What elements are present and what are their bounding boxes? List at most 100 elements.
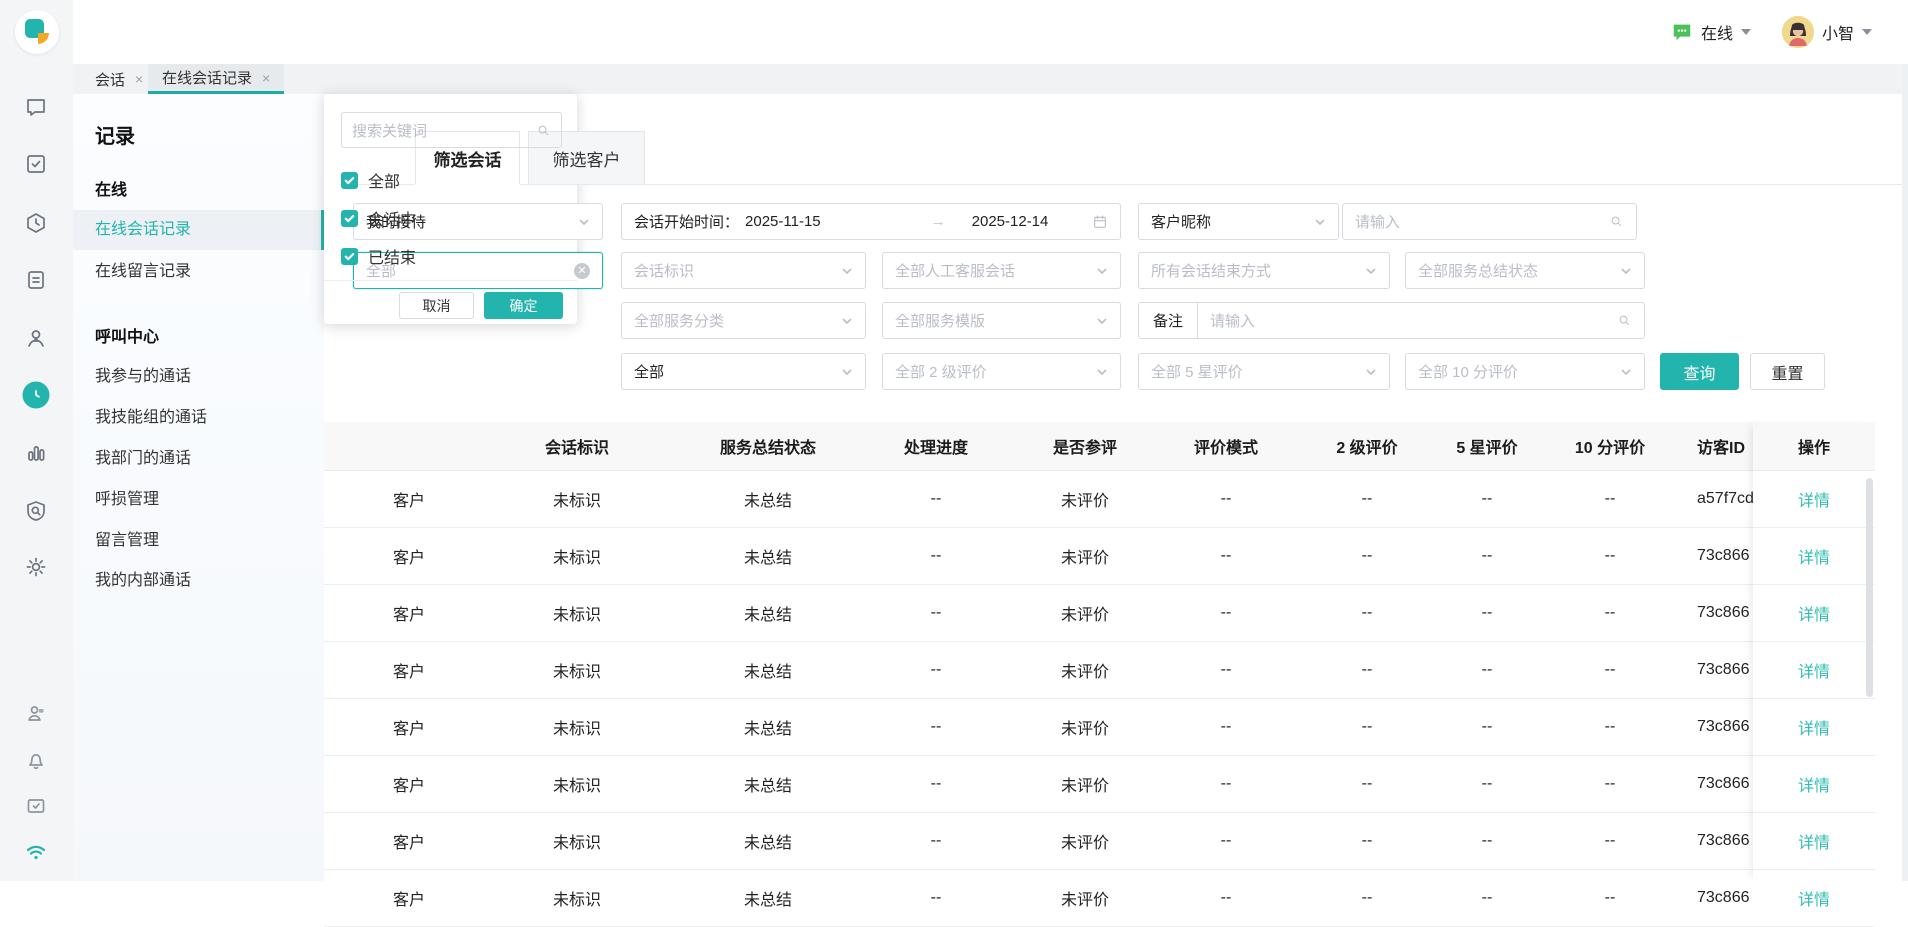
checkbox-checked-icon[interactable] bbox=[341, 247, 358, 265]
top-header bbox=[73, 0, 1908, 64]
filter-tab-label: 筛选客户 bbox=[552, 150, 621, 170]
tab-session[interactable]: 会话 × bbox=[81, 64, 157, 94]
detail-link[interactable]: 详情 bbox=[1798, 886, 1830, 910]
cell-summary: 未总结 bbox=[743, 550, 793, 567]
tab-online-session-records[interactable]: 在线会话记录 × bbox=[148, 64, 285, 94]
cell-visitor-id: 73c866 bbox=[1697, 718, 1750, 735]
cell-eval10: -- bbox=[1604, 604, 1616, 621]
folder-check-icon[interactable] bbox=[23, 793, 49, 819]
sidebar-item-department-calls[interactable]: 我部门的通话 bbox=[73, 439, 324, 479]
shield-search-icon[interactable] bbox=[23, 498, 49, 524]
chevron-down-icon bbox=[1315, 218, 1325, 225]
table-row: 客户 未标识 未总结 -- 未评价 -- -- -- -- 73c866 bbox=[324, 813, 1875, 870]
user-name: 小智 bbox=[1822, 26, 1855, 43]
option-ended[interactable]: 已结束 bbox=[341, 245, 416, 267]
vertical-scrollbar[interactable] bbox=[1866, 478, 1873, 697]
placeholder: 会话标识 bbox=[634, 263, 695, 280]
bell-icon[interactable] bbox=[23, 747, 49, 773]
document-icon[interactable] bbox=[23, 267, 49, 293]
cancel-button[interactable]: 取消 bbox=[399, 292, 474, 319]
person-badge-icon[interactable] bbox=[23, 700, 49, 726]
sidebar-item-internal-calls[interactable]: 我的内部通话 bbox=[73, 561, 324, 601]
query-button[interactable]: 查询 bbox=[1660, 353, 1739, 390]
cell-progress: -- bbox=[930, 490, 942, 507]
gear-icon[interactable] bbox=[23, 554, 49, 580]
chat-icon[interactable] bbox=[23, 94, 49, 120]
close-icon[interactable]: × bbox=[135, 71, 143, 87]
sidebar-item-skillgroup-calls[interactable]: 我技能组的通话 bbox=[73, 398, 324, 438]
service-category-select[interactable]: 全部服务分类 bbox=[621, 302, 866, 339]
cell-participated: 未评价 bbox=[1060, 493, 1110, 510]
detail-link[interactable]: 详情 bbox=[1798, 772, 1830, 796]
table-row-action: 详情 bbox=[1753, 528, 1875, 585]
date-range-picker[interactable]: 会话开始时间： 2025-11-15 → 2025-12-14 bbox=[621, 203, 1121, 240]
task-check-icon[interactable] bbox=[23, 151, 49, 177]
chevron-down-icon bbox=[579, 218, 589, 225]
end-mode-select[interactable]: 所有会话结束方式 bbox=[1138, 252, 1390, 289]
dropdown-search-input[interactable]: 搜索关键词 bbox=[341, 112, 562, 148]
bar-chart-icon[interactable] bbox=[23, 441, 49, 467]
tab-divider bbox=[353, 184, 1904, 185]
sidebar-item-message-management[interactable]: 留言管理 bbox=[73, 521, 324, 561]
eval5-select[interactable]: 全部 5 星评价 bbox=[1138, 353, 1390, 390]
page-edge-strip bbox=[1902, 64, 1908, 881]
nickname-search-input[interactable]: 请输入 bbox=[1342, 203, 1637, 240]
cell-progress: -- bbox=[930, 775, 942, 792]
person-icon[interactable] bbox=[23, 325, 49, 351]
fixed-action-column: 操作 详情 详情 详情 详情 详情 详情 详情 详情 bbox=[1753, 422, 1875, 927]
checkbox-checked-icon[interactable] bbox=[341, 171, 358, 189]
clear-icon[interactable]: ✕ bbox=[574, 262, 590, 279]
chevron-down-icon bbox=[1366, 368, 1376, 375]
cell-eval2: -- bbox=[1361, 661, 1373, 678]
option-in-session[interactable]: 会话中 bbox=[341, 207, 416, 229]
checkbox-checked-icon[interactable] bbox=[341, 209, 358, 227]
agent-session-select[interactable]: 全部人工客服会话 bbox=[882, 252, 1121, 289]
placeholder: 全部服务模版 bbox=[895, 313, 986, 330]
col-header-eval-mode: 评价模式 bbox=[1193, 440, 1259, 457]
cell-tag: 未标识 bbox=[552, 835, 602, 852]
placeholder: 全部 10 分评价 bbox=[1418, 364, 1519, 381]
reset-button[interactable]: 重置 bbox=[1750, 353, 1825, 390]
cell-visitor-id: 73c866 bbox=[1697, 775, 1750, 792]
cell-tag: 未标识 bbox=[552, 892, 602, 909]
session-tag-select[interactable]: 会话标识 bbox=[621, 252, 866, 289]
chevron-down-icon bbox=[842, 368, 852, 375]
detail-link[interactable]: 详情 bbox=[1798, 544, 1830, 568]
chevron-down-icon bbox=[1097, 368, 1107, 375]
summary-status-select[interactable]: 全部服务总结状态 bbox=[1405, 252, 1645, 289]
cell-summary: 未总结 bbox=[743, 721, 793, 738]
detail-link[interactable]: 详情 bbox=[1798, 487, 1830, 511]
eval10-select[interactable]: 全部 10 分评价 bbox=[1405, 353, 1645, 390]
detail-link[interactable]: 详情 bbox=[1798, 715, 1830, 739]
detail-link[interactable]: 详情 bbox=[1798, 829, 1830, 853]
shield-clock-icon[interactable] bbox=[23, 210, 49, 236]
clock-icon-active[interactable] bbox=[22, 381, 50, 409]
service-template-select[interactable]: 全部服务模版 bbox=[882, 302, 1121, 339]
sidebar-item-lost-call-management[interactable]: 呼损管理 bbox=[73, 480, 324, 520]
option-all[interactable]: 全部 bbox=[341, 169, 400, 191]
chevron-down-icon bbox=[1097, 267, 1107, 274]
remark-input-group[interactable]: 备注 请输入 bbox=[1138, 302, 1645, 339]
cell-eval-mode: -- bbox=[1220, 490, 1232, 507]
option-label: 全部 bbox=[368, 174, 401, 191]
wifi-icon[interactable] bbox=[23, 839, 49, 865]
sidebar-item-my-calls[interactable]: 我参与的通话 bbox=[73, 357, 324, 397]
eval2-select[interactable]: 全部 2 级评价 bbox=[882, 353, 1121, 390]
chevron-down-icon bbox=[1621, 267, 1631, 274]
placeholder: 请输入 bbox=[1210, 313, 1256, 330]
cell-eval5: -- bbox=[1481, 490, 1493, 507]
cell-eval2: -- bbox=[1361, 490, 1373, 507]
agent-status[interactable]: 在线 bbox=[1671, 0, 1752, 64]
sidebar-title: 记录 bbox=[95, 126, 135, 148]
detail-link[interactable]: 详情 bbox=[1798, 601, 1830, 625]
nickname-field-select[interactable]: 客户昵称 bbox=[1138, 203, 1339, 240]
sidebar-item-online-session-records[interactable]: 在线会话记录 bbox=[73, 210, 324, 250]
sidebar-item-online-message-records[interactable]: 在线留言记录 bbox=[73, 252, 324, 292]
user-menu[interactable]: 小智 bbox=[1782, 0, 1873, 64]
close-icon[interactable]: × bbox=[262, 70, 270, 86]
cell-participated: 未评价 bbox=[1060, 550, 1110, 567]
avatar bbox=[1782, 16, 1814, 48]
confirm-button[interactable]: 确定 bbox=[484, 292, 563, 319]
detail-link[interactable]: 详情 bbox=[1798, 658, 1830, 682]
all-select[interactable]: 全部 bbox=[621, 353, 866, 390]
